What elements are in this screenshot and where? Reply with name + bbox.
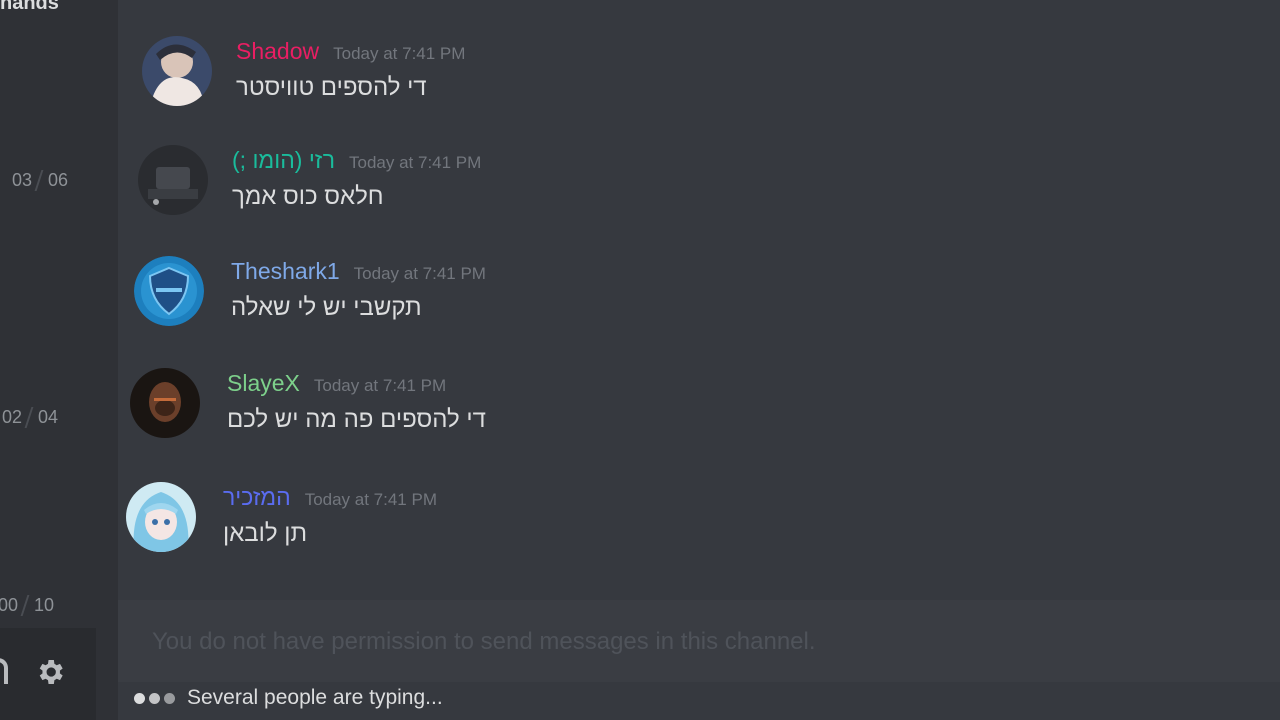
username[interactable]: SlayeX bbox=[227, 370, 300, 397]
username[interactable]: המזכיר bbox=[223, 484, 291, 511]
channel-sidebar: hands 03 06 02 04 00 10 bbox=[0, 0, 118, 720]
message-text: חלאס כוס אמך bbox=[232, 183, 384, 210]
timestamp: Today at 7:41 PM bbox=[313, 376, 447, 395]
timestamp: Today at 7:41 PM bbox=[333, 44, 466, 63]
message-list: Shadow Today at 7:41 PM די להספים טוויסט… bbox=[118, 0, 1280, 600]
message-text: תן לובאן bbox=[223, 520, 308, 547]
typing-dots-icon bbox=[134, 692, 179, 704]
composer-placeholder: You do not have permission to send messa… bbox=[152, 628, 816, 655]
username[interactable]: Shadow bbox=[236, 38, 319, 65]
voice-user-count: 02 04 bbox=[2, 403, 62, 431]
timestamp: Today at 7:41 PM bbox=[353, 264, 486, 283]
gear-icon[interactable] bbox=[34, 656, 66, 688]
voice-user-count: 03 06 bbox=[12, 166, 72, 194]
timestamp: Today at 7:41 PM bbox=[349, 153, 482, 172]
avatar[interactable] bbox=[142, 36, 212, 106]
typing-text: Several people are typing... bbox=[187, 686, 443, 709]
message-text: די להספים טוויסטר bbox=[236, 74, 427, 101]
message-text: די להספים פה מה יש לכם bbox=[227, 406, 486, 433]
avatar[interactable] bbox=[134, 256, 204, 326]
discord-window: hands 03 06 02 04 00 10 Shadow Today at … bbox=[0, 0, 1280, 720]
message-text: תקשבי יש לי שאלה bbox=[231, 294, 422, 321]
timestamp: Today at 7:41 PM bbox=[304, 490, 437, 509]
voice-user-count: 00 10 bbox=[0, 591, 58, 619]
avatar[interactable] bbox=[126, 482, 196, 552]
avatar[interactable] bbox=[130, 368, 200, 438]
username[interactable]: Theshark1 bbox=[231, 258, 340, 285]
username[interactable]: (; רזי (הומו bbox=[232, 147, 335, 174]
avatar[interactable] bbox=[138, 145, 208, 215]
channel-name[interactable]: hands bbox=[0, 0, 59, 15]
typing-indicator: Several people are typing... bbox=[134, 686, 443, 710]
message-composer[interactable]: You do not have permission to send messa… bbox=[118, 600, 1280, 682]
